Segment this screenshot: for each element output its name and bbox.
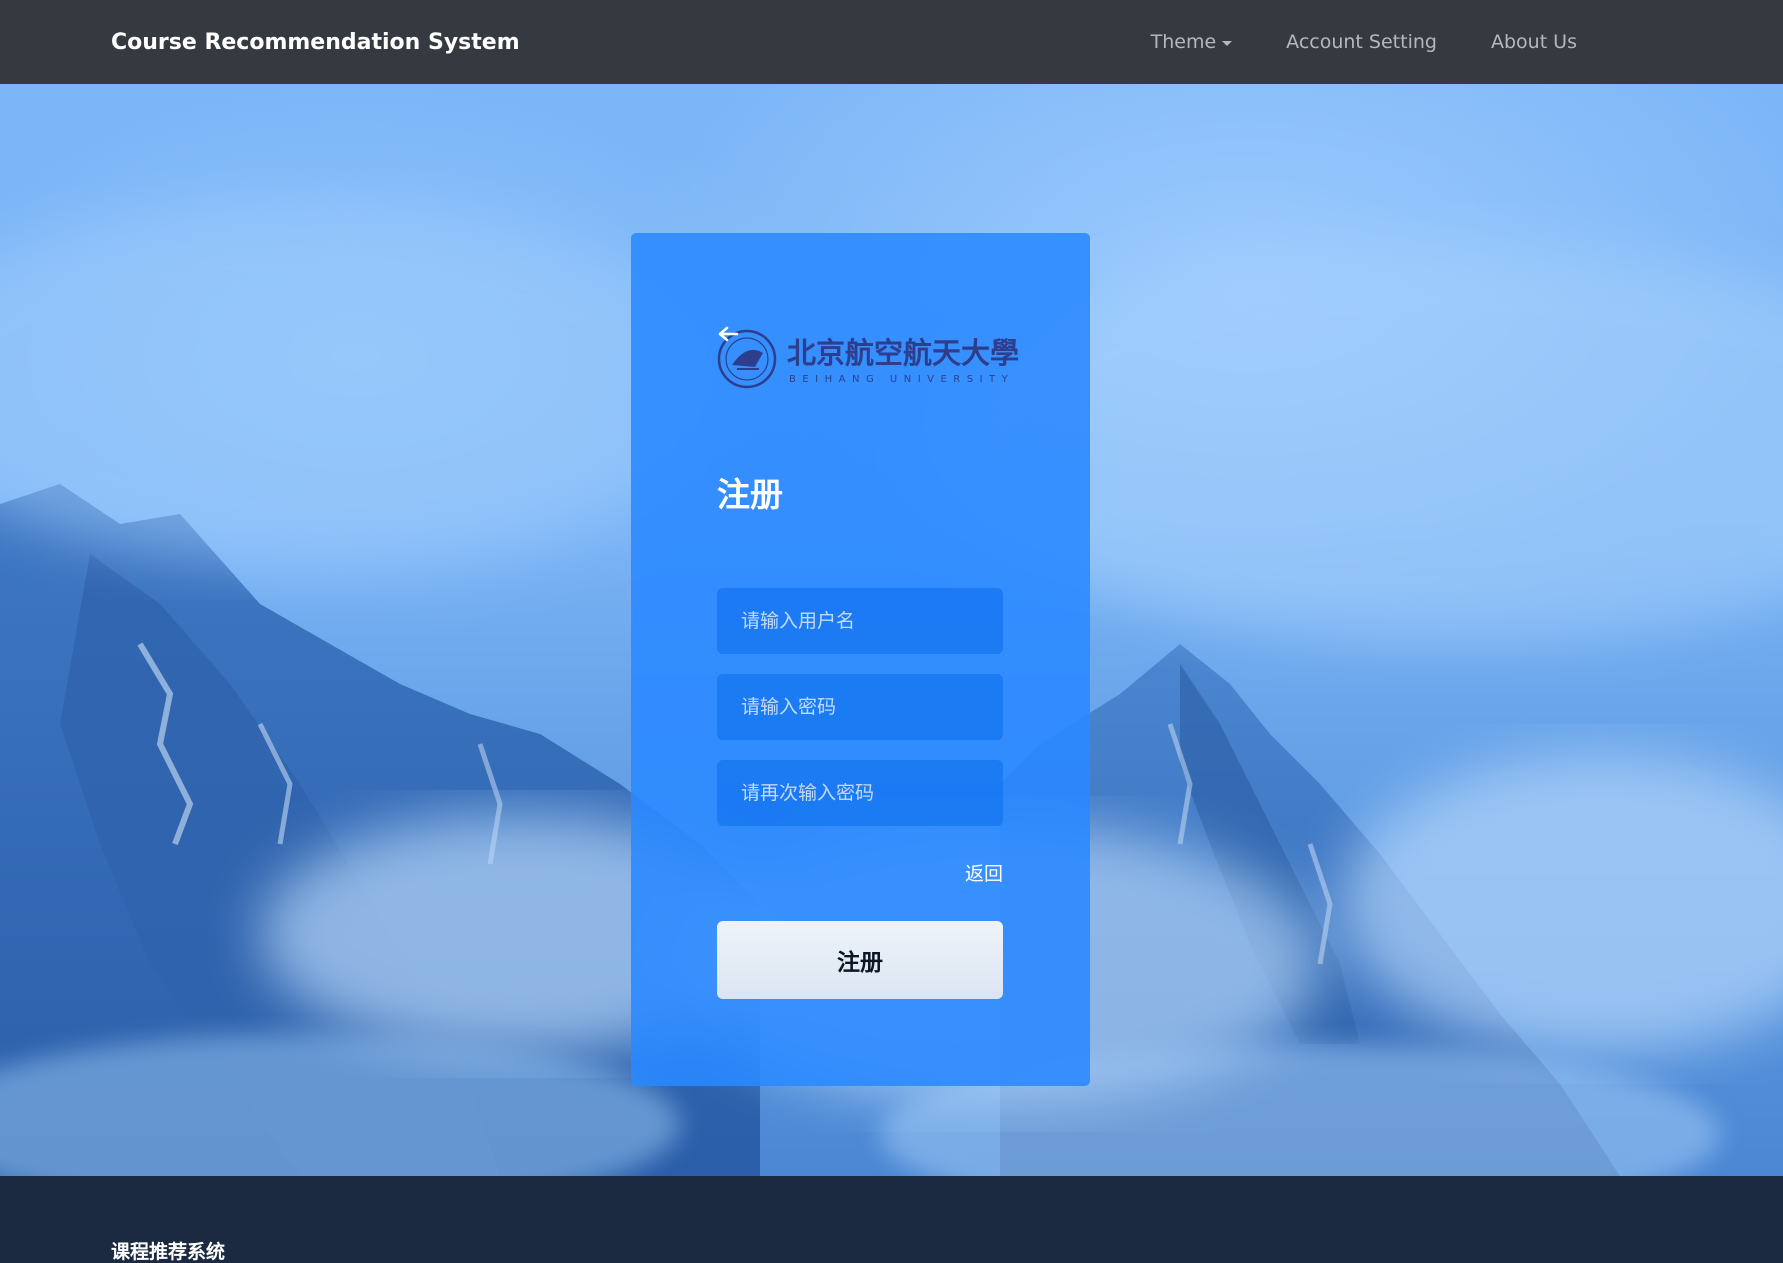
nav-theme-label: Theme xyxy=(1150,31,1217,53)
back-link[interactable]: 返回 xyxy=(965,859,1003,886)
nav-links: Theme Account Setting About Us xyxy=(1151,0,1577,84)
footer-title: 课程推荐系统 xyxy=(111,1241,226,1263)
nav-account-setting[interactable]: Account Setting xyxy=(1286,31,1437,53)
register-submit-button[interactable]: 注册 xyxy=(717,921,1003,999)
arrow-left-icon[interactable] xyxy=(717,325,739,343)
register-title: 注册 xyxy=(717,475,783,514)
page-footer: 课程推荐系统 xyxy=(0,1176,1783,1263)
password-confirm-input[interactable] xyxy=(717,760,1003,826)
nav-about-us[interactable]: About Us xyxy=(1491,31,1577,53)
caret-down-icon xyxy=(1222,40,1233,46)
hero-background: 北京航空航天大學 BEIHANG UNIVERSITY 注册 返回 注册 xyxy=(0,84,1783,1176)
register-card: 北京航空航天大學 BEIHANG UNIVERSITY 注册 返回 注册 xyxy=(631,233,1090,1086)
top-navbar: Course Recommendation System Theme Accou… xyxy=(0,0,1783,84)
beihang-university-logo: 北京航空航天大學 BEIHANG UNIVERSITY xyxy=(717,329,1019,389)
password-input[interactable] xyxy=(717,674,1003,740)
brand-title[interactable]: Course Recommendation System xyxy=(111,0,520,84)
logo-name-en: BEIHANG UNIVERSITY xyxy=(789,374,1014,385)
nav-theme-dropdown[interactable]: Theme xyxy=(1151,31,1233,53)
username-input[interactable] xyxy=(717,588,1003,654)
logo-name-cn: 北京航空航天大學 xyxy=(787,336,1019,370)
